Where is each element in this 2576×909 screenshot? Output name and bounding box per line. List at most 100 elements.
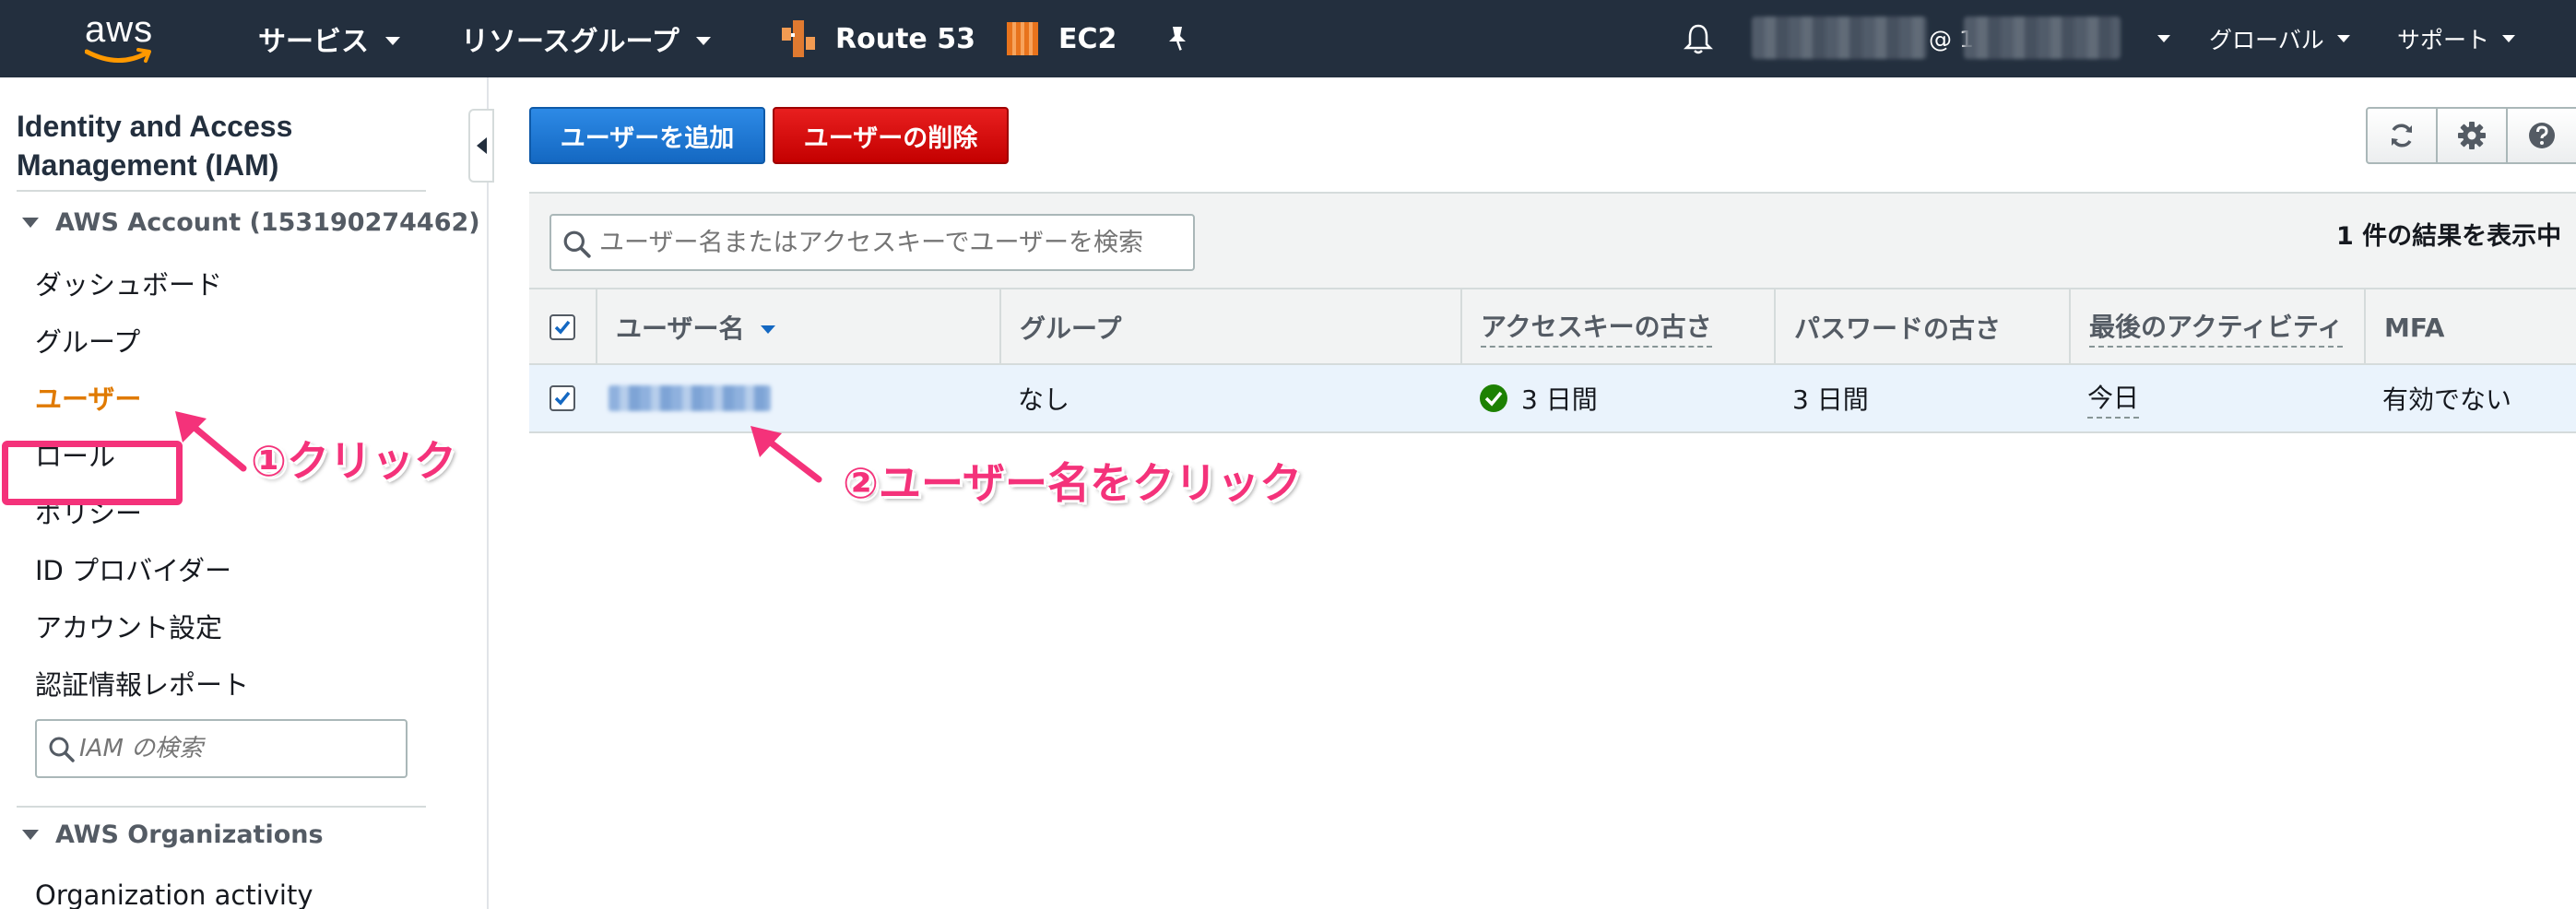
caret-down-icon [22,218,39,228]
sidebar-item-groups[interactable]: グループ [35,321,140,360]
column-header-mfa[interactable]: MFA [2364,289,2576,365]
password-age-cell: 3 日間 [1792,384,1869,415]
select-all-checkbox[interactable] [549,314,575,340]
result-count: 1 件の結果を表示中 [2336,222,2562,251]
user-search-input[interactable] [599,228,1180,257]
sidebar-item-users[interactable]: ユーザー [35,378,141,417]
chevron-down-icon [2157,35,2170,42]
add-user-button[interactable]: ユーザーを追加 [529,107,765,164]
account-section-label: AWS Account (153190274462) [55,208,480,237]
ec2-icon [1007,22,1038,55]
sidebar-title: Identity and Access Management (IAM) [17,110,293,182]
chevron-down-icon [2336,35,2350,42]
resource-groups-menu[interactable]: リソースグループ [461,0,711,77]
notifications-button[interactable] [1684,0,1713,77]
iam-search-input[interactable] [79,735,393,762]
help-button[interactable] [2506,107,2576,164]
sidebar-collapse-toggle[interactable] [468,109,494,183]
pin-icon [1169,27,1186,51]
user-search-box[interactable] [549,214,1195,271]
sidebar-item-dashboard[interactable]: ダッシュボード [35,264,222,302]
annotation-step2: ②ユーザー名をクリック [843,458,1303,508]
sidebar-item-account-settings[interactable]: アカウント設定 [35,607,222,645]
toolbar-icon-group [2366,107,2576,164]
sidebar-item-identity-providers[interactable]: ID プロバイダー [35,549,231,588]
username-link-redacted[interactable] [609,385,771,411]
top-nav-bar: aws サービス リソースグループ Route 53 EC2 @ 1 グローバル… [0,0,2576,77]
column-label: ユーザー名 [616,313,745,344]
chevron-down-icon [695,36,711,45]
mfa-cell: 有効でない [2382,384,2512,415]
last-activity-cell: 今日 [2087,365,2140,431]
services-menu[interactable]: サービス [258,0,400,77]
account-section-toggle[interactable]: AWS Account (153190274462) [22,208,480,237]
username-cell [609,365,771,431]
chevron-down-icon [385,36,400,45]
column-label: アクセスキーの古さ [1481,307,1712,348]
iam-search-box[interactable] [35,719,408,778]
ec2-shortcut[interactable]: EC2 [1005,0,1117,77]
help-icon [2529,123,2555,148]
route53-label: Route 53 [835,22,975,55]
resource-groups-label: リソースグループ [461,26,679,58]
route53-icon [782,20,815,57]
column-header-access-key-age[interactable]: アクセスキーの古さ [1460,289,1774,365]
annotation-arrow [750,426,822,483]
iam-sidebar: Identity and Access Management (IAM) AWS… [0,77,489,909]
column-header-last-activity[interactable]: 最後のアクティビティ [2069,289,2364,365]
table-header-row: ユーザー名 グループ アクセスキーの古さ パスワードの古さ 最後のアクティビティ… [529,288,2576,365]
sidebar-item-credential-report[interactable]: 認証情報レポート [35,664,249,702]
account-id-redacted [1964,17,2121,59]
checkmark-icon [554,320,571,335]
organizations-section-toggle[interactable]: AWS Organizations [22,820,324,849]
select-all-cell [529,289,596,365]
column-header-password-age[interactable]: パスワードの古さ [1774,289,2069,365]
search-icon [49,737,75,762]
services-label: サービス [258,26,369,58]
account-menu-caret[interactable] [2145,0,2170,77]
sidebar-divider [17,190,426,192]
refresh-icon [2392,124,2412,148]
checkmark-icon [554,391,571,406]
settings-button[interactable] [2436,107,2508,164]
column-label: グループ [1020,313,1122,344]
status-ok-icon [1480,384,1507,412]
access-key-age-value: 3 日間 [1521,384,1598,415]
refresh-button[interactable] [2366,107,2438,164]
pin-button[interactable] [1165,0,1189,77]
users-table-panel: 1 件の結果を表示中 ユーザー名 グループ アクセスキーの古さ パスワードの古さ… [529,192,2576,433]
column-label: 最後のアクティビティ [2089,307,2344,348]
last-activity-value: 今日 [2087,378,2140,419]
region-label: グローバル [2209,27,2324,53]
aws-logo-text: aws [85,9,154,50]
region-menu[interactable]: グローバル [2209,0,2350,77]
row-select-cell [549,365,575,431]
chevron-down-icon [2502,35,2516,42]
ec2-label: EC2 [1058,22,1117,55]
delete-user-button[interactable]: ユーザーの削除 [773,107,1009,164]
caret-left-icon [476,137,487,154]
support-label: サポート [2397,27,2490,53]
aws-logo[interactable]: aws [77,9,162,65]
column-label: パスワードの古さ [1794,313,2002,344]
support-menu[interactable]: サポート [2397,0,2516,77]
caret-down-icon [22,830,39,840]
access-key-age-cell: 3 日間 [1479,365,1598,431]
column-header-groups[interactable]: グループ [999,289,1460,365]
route53-shortcut[interactable]: Route 53 [780,0,975,77]
organizations-section-label: AWS Organizations [55,820,324,849]
column-label: MFA [2384,312,2445,343]
sidebar-item-organization-activity[interactable]: Organization activity [35,879,313,909]
aws-smile-icon [85,48,151,64]
bell-icon [1684,24,1713,54]
annotation-arrow [175,411,247,472]
sidebar-divider [17,806,426,808]
groups-cell: なし [1018,384,1070,415]
row-checkbox[interactable] [549,385,575,411]
gear-icon [2458,122,2486,149]
account-name-redacted [1752,17,1927,59]
table-row[interactable]: なし 3 日間 3 日間 今日 有効でない [529,365,2576,433]
column-header-username[interactable]: ユーザー名 [596,289,999,365]
users-highlight-box [2,441,183,505]
sort-descending-icon [761,325,776,334]
